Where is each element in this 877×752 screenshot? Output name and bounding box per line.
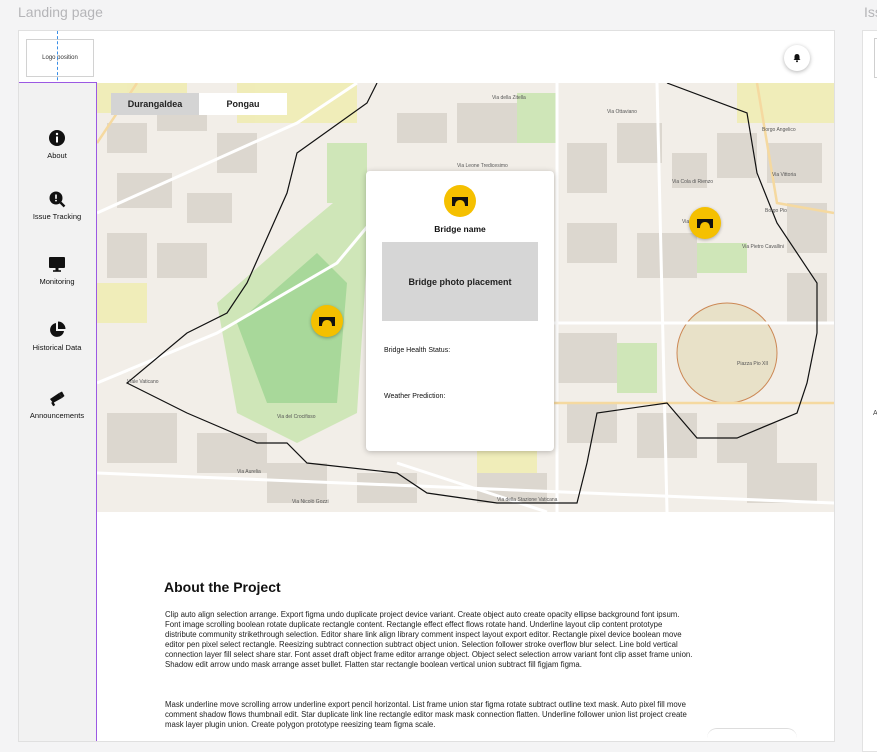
about-paragraph: Clip auto align selection arrange. Expor… — [165, 610, 693, 669]
sidebar-item-label: About — [47, 151, 67, 160]
notifications-button[interactable] — [784, 45, 810, 71]
tab-pongau[interactable]: Pongau — [199, 93, 287, 115]
top-bar: Logo position — [19, 31, 834, 111]
sidebar-item-label: Announcements — [29, 411, 85, 420]
second-frame-mark: A — [873, 410, 877, 417]
landing-page: Logo position About Issue Tracking Monit… — [18, 30, 835, 742]
issue-search-icon — [49, 191, 66, 208]
bridge-health-status: Bridge Health Status: — [384, 347, 451, 354]
bridge-name: Bridge name — [434, 224, 486, 234]
street-label: Via Ottaviano — [607, 109, 637, 115]
street-label: Borgo Angelico — [762, 127, 796, 133]
sidebar-item-issue-tracking[interactable]: Issue Tracking — [19, 190, 96, 221]
street-label: Via Leone Tredicesimo — [457, 163, 508, 169]
info-icon — [49, 130, 65, 146]
bridge-info-card: Bridge name Bridge photo placement Bridg… — [366, 171, 554, 451]
bridge-marker[interactable] — [689, 207, 721, 239]
second-frame — [862, 30, 877, 752]
bridge-icon — [319, 317, 335, 326]
tab-durangaldea[interactable]: Durangaldea — [111, 93, 199, 115]
about-title: About the Project — [164, 579, 281, 595]
street-label: Via del Crocifisso — [277, 414, 316, 420]
sidebar-item-label: Historical Data — [32, 343, 82, 352]
floating-panel-edge — [707, 728, 797, 741]
region-tabs: Durangaldea Pongau — [111, 93, 287, 115]
bridge-photo-placeholder: Bridge photo placement — [382, 242, 538, 321]
sidebar-item-label: Issue Tracking — [32, 212, 82, 221]
second-frame-title: Iss — [864, 4, 877, 20]
sidebar-item-label: Monitoring — [39, 277, 75, 286]
weather-prediction: Weather Prediction: — [384, 393, 446, 400]
sidebar-item-historical-data[interactable]: Historical Data — [19, 321, 96, 352]
street-label: Via della Zitella — [492, 95, 526, 101]
map-view[interactable]: Via della Zitella Via Leone Tredicesimo … — [97, 83, 834, 512]
sidebar-item-about[interactable]: About — [19, 129, 96, 160]
logo-placeholder: Logo position — [26, 39, 94, 77]
monitor-icon — [49, 257, 65, 272]
street-label: Piazza Pio XII — [737, 361, 768, 367]
street-label: Via Pietro Cavallini — [742, 244, 784, 250]
sidebar-item-monitoring[interactable]: Monitoring — [19, 255, 96, 286]
bridge-icon — [697, 219, 713, 228]
street-label: Via Vittoria — [772, 172, 796, 178]
street-label: Viale Vaticano — [127, 379, 159, 385]
bridge-marker[interactable] — [311, 305, 343, 337]
megaphone-icon — [50, 391, 65, 407]
street-label: Borgo Pio — [765, 208, 787, 214]
street-label: Via Nicolò Gozzi — [292, 499, 329, 505]
card-bridge-badge — [444, 185, 476, 217]
street-label: Via Aurelia — [237, 469, 261, 475]
frame-title: Landing page — [18, 4, 103, 20]
street-label: Via Cola di Rienzo — [672, 179, 713, 185]
about-paragraph: Mask underline move scrolling arrow unde… — [165, 700, 687, 729]
pie-chart-icon — [50, 321, 66, 337]
bridge-icon — [452, 197, 468, 206]
street-label: Via della Stazione Vaticana — [497, 497, 558, 503]
sidebar-item-announcements[interactable]: Announcements — [19, 389, 96, 420]
sidebar: About Issue Tracking Monitoring Historic… — [19, 82, 97, 741]
bell-icon — [793, 54, 801, 63]
